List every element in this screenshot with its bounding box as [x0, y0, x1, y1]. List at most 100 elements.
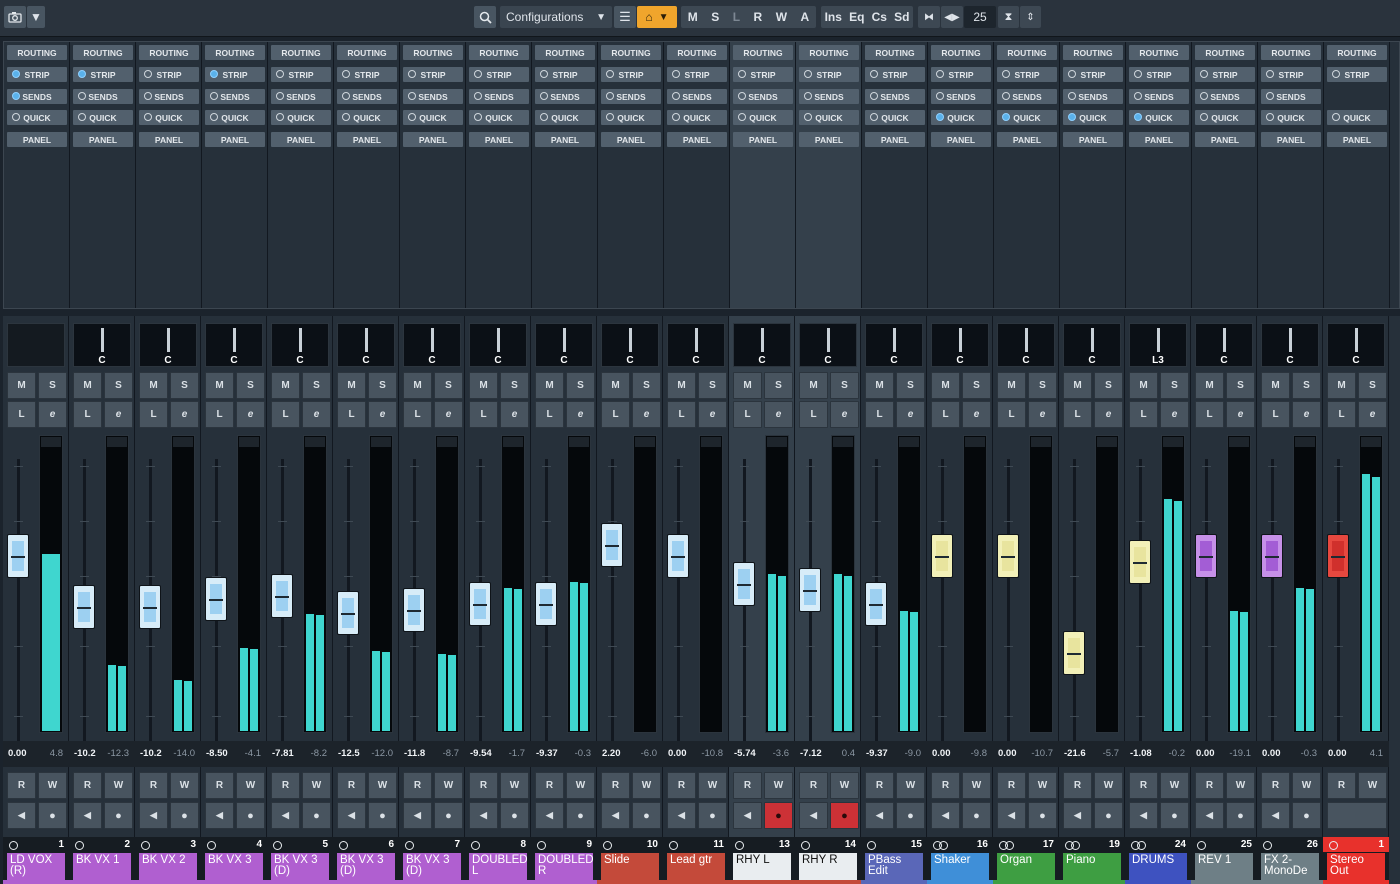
channel-name[interactable]: Piano: [1063, 853, 1121, 880]
rack-strip-button[interactable]: STRIP: [271, 67, 331, 82]
edit-button[interactable]: e: [698, 401, 727, 428]
rack-panel-button[interactable]: PANEL: [1063, 132, 1123, 147]
rack-sends-button[interactable]: SENDS: [931, 89, 991, 104]
listen-button[interactable]: L: [205, 401, 234, 428]
write-automation-button[interactable]: W: [1160, 772, 1189, 799]
rack-panel-button[interactable]: PANEL: [1327, 132, 1387, 147]
monitor-button[interactable]: ◀: [139, 802, 168, 829]
listen-button[interactable]: L: [733, 401, 762, 428]
volume-fader[interactable]: [139, 585, 161, 629]
volume-fader[interactable]: [337, 591, 359, 635]
monitor-button[interactable]: ◀: [337, 802, 366, 829]
rack-quick-button[interactable]: QUICK: [271, 110, 331, 125]
rack-sends-button[interactable]: SENDS: [337, 89, 397, 104]
monitor-button[interactable]: ◀: [1063, 802, 1092, 829]
read-automation-button[interactable]: R: [403, 772, 432, 799]
write-automation-button[interactable]: W: [1094, 772, 1123, 799]
read-automation-button[interactable]: R: [799, 772, 828, 799]
rack-panel-button[interactable]: PANEL: [403, 132, 463, 147]
mute-button[interactable]: M: [205, 372, 234, 399]
read-automation-button[interactable]: R: [271, 772, 300, 799]
read-automation-button[interactable]: R: [1195, 772, 1224, 799]
pan-control[interactable]: C: [469, 323, 527, 367]
channel-label[interactable]: 17 Organ: [993, 837, 1059, 884]
listen-button[interactable]: L: [865, 401, 894, 428]
mute-button[interactable]: M: [997, 372, 1026, 399]
rack-panel-button[interactable]: PANEL: [931, 132, 991, 147]
monitor-button[interactable]: ◀: [271, 802, 300, 829]
edit-button[interactable]: e: [1160, 401, 1189, 428]
write-automation-button[interactable]: W: [1358, 772, 1387, 799]
write-automation-button[interactable]: W: [962, 772, 991, 799]
rack-sends-button[interactable]: SENDS: [799, 89, 859, 104]
rack-strip-button[interactable]: STRIP: [469, 67, 529, 82]
write-automation-button[interactable]: W: [566, 772, 595, 799]
solo-button[interactable]: S: [896, 372, 925, 399]
mute-button[interactable]: M: [1063, 372, 1092, 399]
rack-quick-button[interactable]: QUICK: [73, 110, 133, 125]
rack-sends-button[interactable]: SENDS: [7, 89, 67, 104]
write-automation-button[interactable]: W: [764, 772, 793, 799]
channel-label[interactable]: 2 BK VX 1: [69, 837, 135, 884]
peak-value[interactable]: -4.1: [245, 748, 261, 759]
channel-label[interactable]: 8 DOUBLED L: [465, 837, 531, 884]
monitor-button[interactable]: ◀: [601, 802, 630, 829]
rack-quick-button[interactable]: QUICK: [997, 110, 1057, 125]
peak-value[interactable]: -9.0: [905, 748, 921, 759]
fit-vertical-button[interactable]: ⧗: [998, 6, 1019, 28]
rack-strip-button[interactable]: STRIP: [667, 67, 727, 82]
volume-fader[interactable]: [997, 534, 1019, 578]
channel-label[interactable]: 16 Shaker: [927, 837, 993, 884]
solo-button[interactable]: S: [1226, 372, 1255, 399]
listen-button[interactable]: L: [1129, 401, 1158, 428]
volume-fader[interactable]: [73, 585, 95, 629]
solo-button[interactable]: S: [170, 372, 199, 399]
solo-button[interactable]: S: [434, 372, 463, 399]
read-automation-button[interactable]: R: [931, 772, 960, 799]
volume-fader[interactable]: [1063, 631, 1085, 675]
pan-control[interactable]: C: [1195, 323, 1253, 367]
rack-sends-button[interactable]: SENDS: [1195, 89, 1255, 104]
record-enable-button[interactable]: ●: [962, 802, 991, 829]
listen-button[interactable]: L: [7, 401, 36, 428]
mute-button[interactable]: M: [799, 372, 828, 399]
rack-quick-button[interactable]: QUICK: [469, 110, 529, 125]
read-automation-button[interactable]: R: [1129, 772, 1158, 799]
read-automation-button[interactable]: R: [139, 772, 168, 799]
volume-fader[interactable]: [601, 523, 623, 567]
edit-button[interactable]: e: [1226, 401, 1255, 428]
rack-panel-button[interactable]: PANEL: [271, 132, 331, 147]
mute-button[interactable]: M: [865, 372, 894, 399]
channel-name[interactable]: Stereo Out: [1327, 853, 1385, 880]
rack-routing-button[interactable]: ROUTING: [1129, 45, 1189, 60]
volume-fader[interactable]: [931, 534, 953, 578]
edit-button[interactable]: e: [830, 401, 859, 428]
rack-strip-button[interactable]: STRIP: [7, 67, 67, 82]
edit-button[interactable]: e: [434, 401, 463, 428]
rack-strip-button[interactable]: STRIP: [1195, 67, 1255, 82]
rack-quick-button[interactable]: QUICK: [139, 110, 199, 125]
rack-routing-button[interactable]: ROUTING: [667, 45, 727, 60]
rack-quick-button[interactable]: QUICK: [535, 110, 595, 125]
peak-value[interactable]: -0.2: [1169, 748, 1185, 759]
peak-value[interactable]: -12.3: [107, 748, 129, 759]
mute-button[interactable]: M: [535, 372, 564, 399]
rack-sends-button[interactable]: SENDS: [667, 89, 727, 104]
volume-fader[interactable]: [7, 534, 29, 578]
rack-quick-button[interactable]: QUICK: [1261, 110, 1321, 125]
channel-name[interactable]: Slide: [601, 853, 659, 880]
solo-button[interactable]: S: [38, 372, 67, 399]
channel-name[interactable]: BK VX 2: [139, 853, 197, 880]
peak-value[interactable]: -10.7: [1031, 748, 1053, 759]
peak-value[interactable]: -0.3: [1301, 748, 1317, 759]
rack-quick-button[interactable]: QUICK: [931, 110, 991, 125]
volume-value[interactable]: -7.12: [800, 748, 822, 759]
edit-button[interactable]: e: [566, 401, 595, 428]
monitor-button[interactable]: ◀: [667, 802, 696, 829]
mute-button[interactable]: M: [667, 372, 696, 399]
volume-value[interactable]: -12.5: [338, 748, 360, 759]
channel-label[interactable]: 26 FX 2-MonoDe: [1257, 837, 1323, 884]
link-channels-button[interactable]: ⌂ ▼: [637, 6, 677, 28]
edit-button[interactable]: e: [368, 401, 397, 428]
rack-quick-button[interactable]: QUICK: [7, 110, 67, 125]
